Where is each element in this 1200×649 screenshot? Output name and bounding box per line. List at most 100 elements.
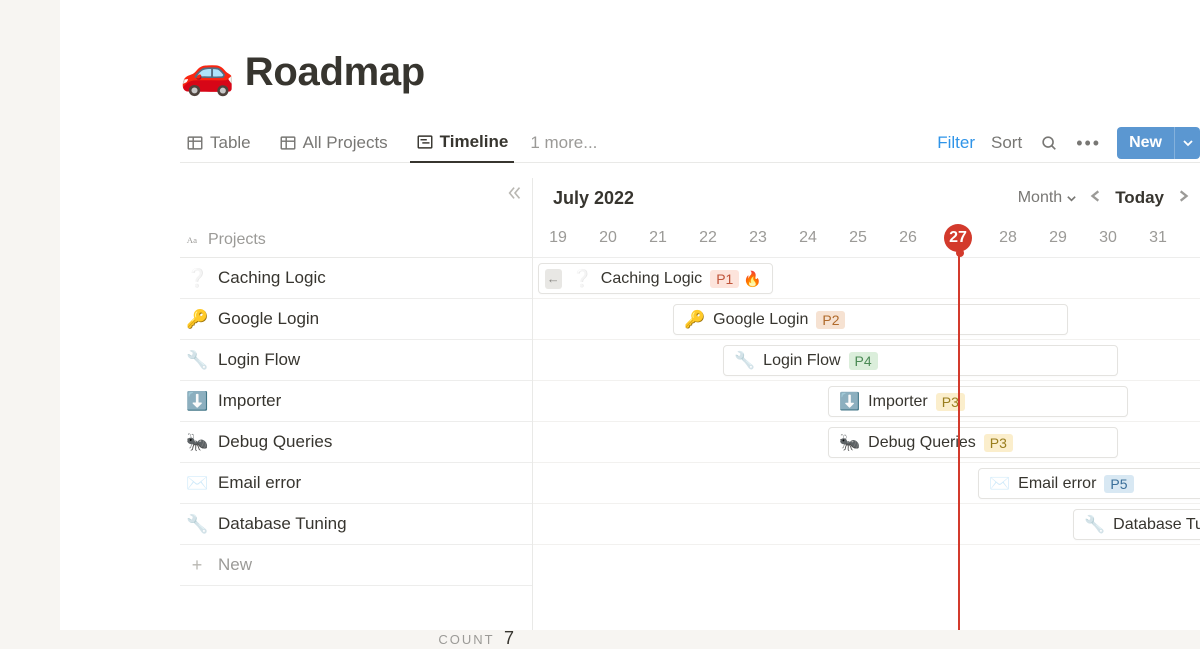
bar-emoji-icon: ✉️: [989, 474, 1010, 494]
row-title: Caching Logic: [218, 268, 326, 288]
tab-label: Table: [210, 133, 251, 153]
timeline-nav: Month Today: [1018, 178, 1192, 218]
search-button[interactable]: [1038, 132, 1060, 154]
table-icon: [279, 134, 297, 152]
priority-tag: P3: [984, 434, 1013, 452]
view-tabs: Table All Projects Timeline 1 more... Fi…: [180, 123, 1200, 163]
prev-button[interactable]: [1087, 189, 1105, 208]
zoom-select[interactable]: Month: [1018, 189, 1077, 207]
bar-emoji-icon: 🔧: [1084, 515, 1105, 535]
ruler-day: 20: [583, 218, 633, 258]
today-marker: [958, 254, 960, 630]
table-row[interactable]: ✉️ Email error: [180, 463, 532, 504]
ruler-day: 31: [1133, 218, 1183, 258]
zoom-label: Month: [1018, 189, 1062, 207]
timeline-bar[interactable]: 🐜Debug QueriesP3: [828, 427, 1118, 458]
bar-emoji-icon: 🔧: [734, 351, 755, 371]
table-row[interactable]: 🔑 Google Login: [180, 299, 532, 340]
left-header: Aa Projects: [180, 178, 532, 258]
timeline-header: July 2022 Month Today: [533, 178, 1200, 218]
new-button[interactable]: New: [1117, 127, 1200, 159]
bar-title: Caching Logic: [601, 270, 702, 288]
content: 🚗 Roadmap Table All Projects Timelin: [180, 50, 1200, 630]
bar-title: Database Tuning: [1113, 516, 1200, 534]
bar-title: Google Login: [713, 311, 808, 329]
row-emoji-icon: ❔: [186, 268, 208, 289]
tab-timeline[interactable]: Timeline: [410, 123, 515, 163]
count-value: 7: [504, 628, 514, 648]
bar-title: Email error: [1018, 475, 1096, 493]
priority-tag: P5: [1104, 475, 1133, 493]
fire-icon: 🔥: [743, 270, 762, 288]
count-label: COUNT: [438, 632, 494, 647]
bar-emoji-icon: ⬇️: [839, 392, 860, 412]
priority-tag: P4: [849, 352, 878, 370]
timeline-row: 🔧 Database Tuning: [533, 504, 1200, 545]
tab-all-projects[interactable]: All Projects: [273, 123, 394, 163]
ruler-day: 30: [1083, 218, 1133, 258]
ruler-day: 29: [1033, 218, 1083, 258]
page-emoji[interactable]: 🚗: [180, 51, 235, 95]
row-title: Email error: [218, 473, 301, 493]
count-footer: COUNT 7: [180, 628, 514, 649]
sort-button[interactable]: Sort: [991, 133, 1022, 153]
bar-emoji-icon: 🔑: [684, 310, 705, 330]
timeline-row: ✉️ Email error P5: [533, 463, 1200, 504]
timeline-bar[interactable]: 🔧 Login Flow P4: [723, 345, 1118, 376]
tab-table[interactable]: Table: [180, 123, 257, 163]
next-button[interactable]: [1174, 189, 1192, 208]
page-surface: 🚗 Roadmap Table All Projects Timelin: [60, 0, 1200, 630]
table-icon: [186, 134, 204, 152]
left-pane: Aa Projects ❔ Caching Logic 🔑 Google Login 🔧…: [180, 178, 533, 630]
bar-title: Login Flow: [763, 352, 840, 370]
row-title: Database Tuning: [218, 514, 347, 534]
timeline-bar[interactable]: 🔑 Google Login P2: [673, 304, 1068, 335]
timeline-rows[interactable]: ← ❔ Caching Logic P1🔥 🔑 Google Login P2 🔧 Login …: [533, 258, 1200, 630]
more-menu-button[interactable]: •••: [1076, 133, 1101, 154]
priority-tag: P2: [816, 311, 845, 329]
row-emoji-icon: ✉️: [186, 473, 208, 494]
row-emoji-icon: 🔑: [186, 309, 208, 330]
filter-button[interactable]: Filter: [937, 133, 975, 153]
timeline-row: 🐜Debug QueriesP3: [533, 422, 1200, 463]
timeline-bar[interactable]: ← ❔ Caching Logic P1🔥: [538, 263, 773, 294]
row-emoji-icon: 🔧: [186, 350, 208, 371]
timeline-ruler: 192021222324252627282930311: [533, 218, 1200, 258]
new-row-button[interactable]: + New: [180, 545, 532, 586]
timeline-bar[interactable]: ⬇️ImporterP3: [828, 386, 1128, 417]
table-row[interactable]: 🔧 Database Tuning: [180, 504, 532, 545]
timeline-row: 🔧 Login Flow P4: [533, 340, 1200, 381]
view-toolbar: Filter Sort ••• New: [937, 123, 1200, 163]
timeline-bar[interactable]: 🔧 Database Tuning: [1073, 509, 1200, 540]
ruler-day: 1: [1183, 218, 1200, 258]
ruler-day: 28: [983, 218, 1033, 258]
bar-emoji-icon: ❔: [572, 269, 593, 289]
extend-left-icon[interactable]: ←: [545, 269, 562, 289]
projects-column-header[interactable]: Aa Projects: [186, 231, 266, 249]
timeline-icon: [416, 133, 434, 151]
column-label: Projects: [208, 231, 266, 249]
timeline-row: ⬇️ImporterP3: [533, 381, 1200, 422]
new-button-caret[interactable]: [1174, 127, 1200, 159]
ruler-day: 26: [883, 218, 933, 258]
today-button[interactable]: Today: [1115, 188, 1164, 208]
tab-more[interactable]: 1 more...: [530, 133, 597, 153]
ruler-day: 21: [633, 218, 683, 258]
timeline-bar[interactable]: ✉️ Email error P5: [978, 468, 1200, 499]
row-emoji-icon: 🔧: [186, 514, 208, 535]
table-row[interactable]: 🐜Debug Queries: [180, 422, 532, 463]
page-title[interactable]: Roadmap: [245, 50, 425, 95]
table-row[interactable]: ⬇️Importer: [180, 381, 532, 422]
new-button-label: New: [1117, 127, 1174, 159]
priority-tag: P1: [710, 270, 739, 288]
priority-tag: P3: [936, 393, 965, 411]
table-row[interactable]: 🔧 Login Flow: [180, 340, 532, 381]
row-title: Google Login: [218, 309, 319, 329]
collapse-left-icon[interactable]: [506, 184, 524, 207]
page-title-row: 🚗 Roadmap: [180, 50, 1200, 95]
timeline-month: July 2022: [553, 188, 634, 209]
row-title: Login Flow: [218, 350, 300, 370]
table-row[interactable]: ❔ Caching Logic: [180, 258, 532, 299]
today-dot-icon: [956, 249, 964, 257]
row-title: Importer: [218, 391, 281, 411]
